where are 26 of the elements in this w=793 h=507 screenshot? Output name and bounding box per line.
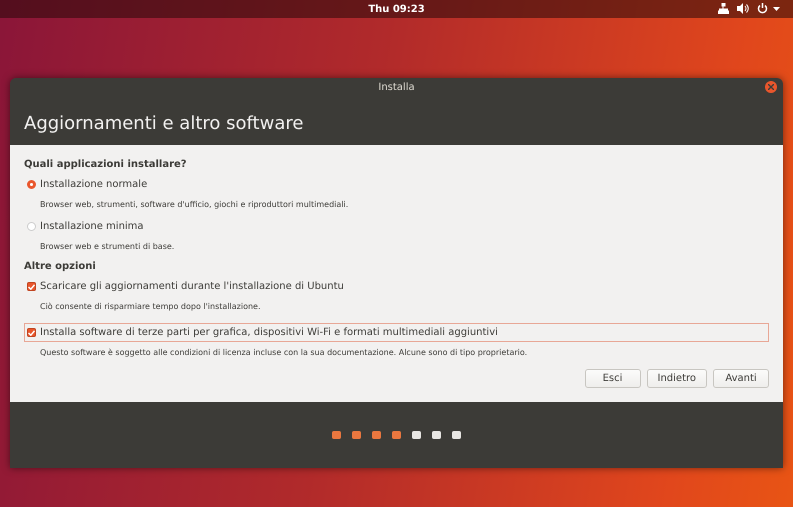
dialog-button[interactable]: Esci (584, 369, 640, 388)
section-heading: Quali applicazioni installare? (24, 158, 188, 172)
section-heading: Altre opzioni (24, 260, 97, 274)
checkbox[interactable] (27, 328, 36, 337)
volume-icon[interactable] (737, 3, 749, 14)
radio-button[interactable] (27, 222, 36, 231)
page-heading: Aggiornamenti e altro software (24, 113, 304, 134)
option-description: Ciò consente di risparmiare tempo dopo l'installazione. (39, 301, 262, 313)
caret-icon[interactable] (773, 7, 780, 11)
close-button[interactable] (765, 81, 777, 93)
option-label[interactable]: Installazione minima (40, 219, 144, 234)
checkbox[interactable] (27, 282, 36, 291)
option-description: Browser web, strumenti, software d'ufficio, giochi e riproduttori multimediali. (39, 199, 350, 211)
network-icon[interactable] (718, 3, 729, 14)
window-title: Installa (378, 80, 415, 94)
dialog-button[interactable]: Indietro (646, 369, 707, 388)
option-label[interactable]: Installazione normale (40, 177, 148, 192)
option-label[interactable]: Installa software di terze parti per grafica, dispositivi Wi-Fi e formati multimediali aggiuntivi (40, 325, 498, 340)
option-description: Questo software è soggetto alle condizioni di licenza incluse con la sua documentazione. Alcune sono di tipo proprietario. (39, 347, 528, 359)
power-icon[interactable] (757, 3, 768, 14)
dialog-button[interactable]: Avanti (713, 369, 769, 388)
option-description: Browser web e strumenti di base. (39, 241, 176, 253)
option-label[interactable]: Scaricare gli aggiornamenti durante l'installazione di Ubuntu (40, 279, 344, 294)
clock[interactable]: Thu 09:23 (368, 2, 425, 16)
close-icon (768, 84, 774, 90)
radio-button[interactable] (27, 180, 36, 189)
